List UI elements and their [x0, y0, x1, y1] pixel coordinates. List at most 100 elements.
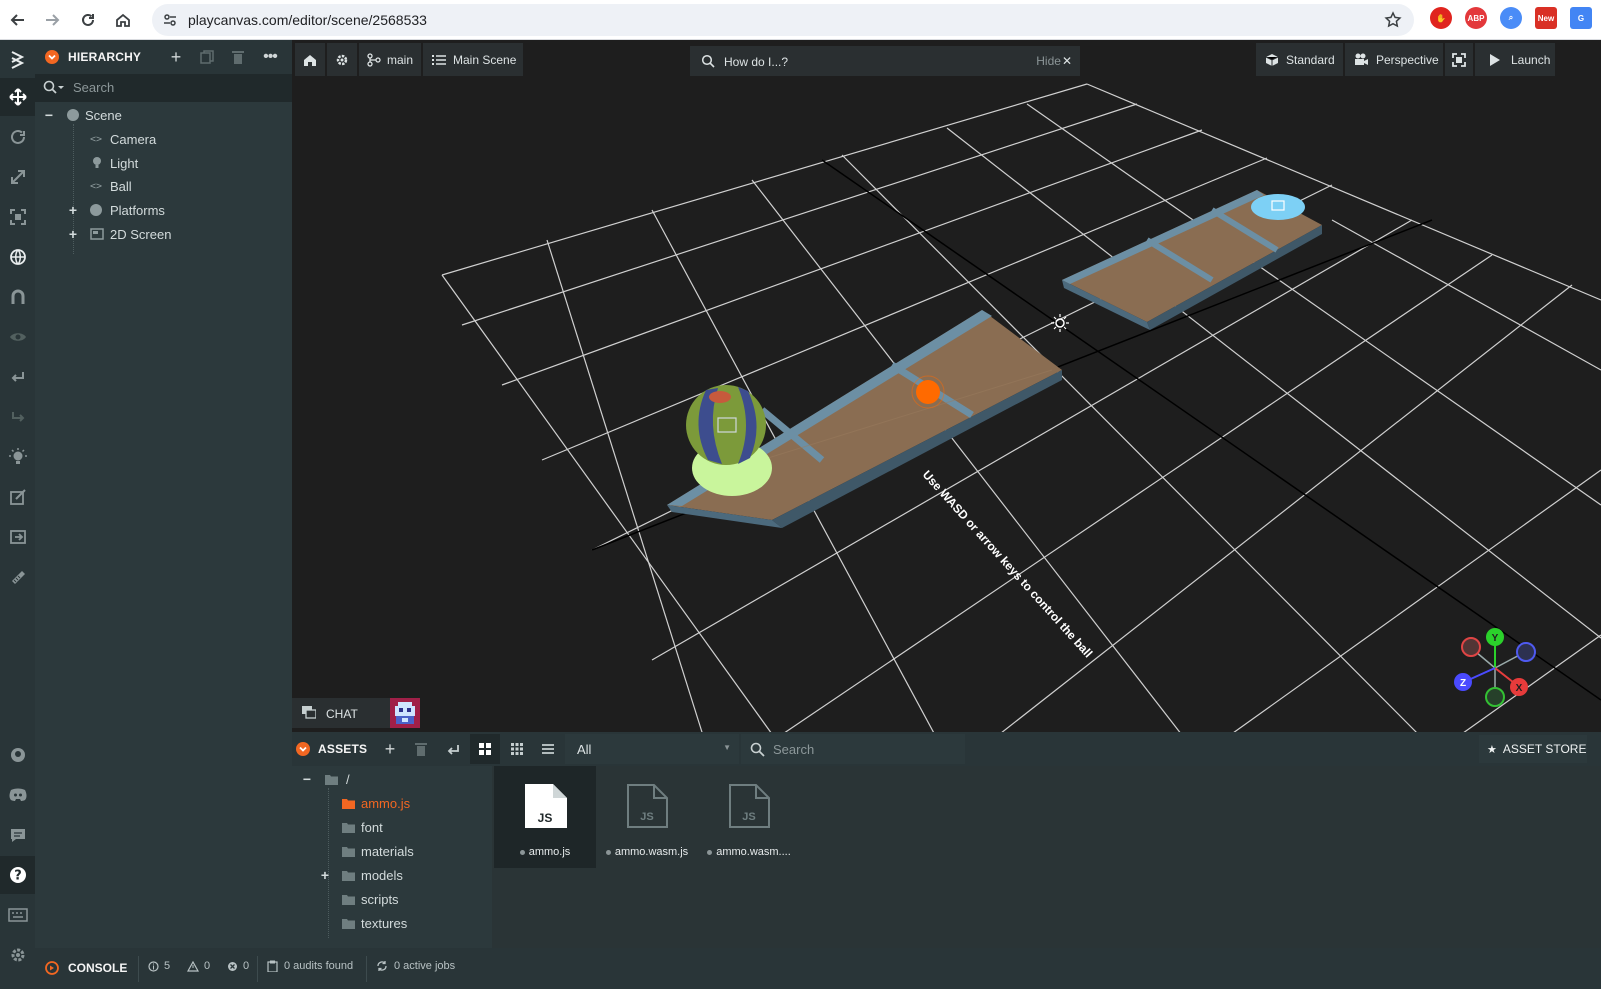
logo-menu-button[interactable] — [0, 40, 35, 78]
chat-widget[interactable]: CHAT — [292, 698, 390, 728]
warning-count[interactable]: 0 — [187, 960, 210, 972]
info-count[interactable]: 5 — [148, 960, 170, 972]
lightmapper-tool[interactable] — [0, 438, 35, 476]
reload-button[interactable] — [76, 8, 100, 32]
help-button[interactable]: ? — [0, 856, 35, 894]
tree-guide — [328, 788, 329, 938]
camera-icon — [1355, 53, 1368, 65]
forward-button[interactable] — [40, 8, 64, 32]
publish-tool[interactable] — [0, 518, 35, 556]
folder-models[interactable]: models — [342, 864, 403, 886]
asset-tile-ammo-js[interactable]: JS ammo.js — [494, 766, 596, 868]
collapse-root-toggle[interactable]: − — [301, 772, 313, 786]
back-folder-button[interactable] — [438, 734, 468, 764]
folder-ammo-js[interactable]: ammo.js — [342, 792, 410, 814]
add-entity-button[interactable]: + — [161, 42, 191, 72]
delete-entity-button[interactable] — [223, 42, 253, 72]
console-toggle-icon[interactable] — [45, 961, 59, 975]
scale-tool[interactable] — [0, 158, 35, 196]
view-grid-large-button[interactable] — [470, 734, 500, 764]
delete-asset-button[interactable] — [406, 734, 436, 764]
snap-toggle[interactable] — [0, 278, 35, 316]
shortcuts-button[interactable] — [0, 896, 35, 934]
hide-help-button[interactable]: Hide✕ — [1036, 54, 1072, 68]
rotate-tool[interactable] — [0, 118, 35, 156]
duplicate-entity-button[interactable] — [192, 42, 222, 72]
home-button[interactable] — [111, 8, 135, 32]
version-control-tool[interactable] — [0, 558, 35, 596]
view-grid-small-button[interactable] — [502, 734, 532, 764]
new-ext-icon[interactable]: New — [1535, 7, 1557, 29]
discord-link[interactable] — [0, 776, 35, 814]
tree-item-ball[interactable]: <> Ball — [90, 175, 132, 197]
launch-button[interactable]: Launch — [1475, 43, 1555, 76]
dashboard-button[interactable] — [295, 43, 325, 76]
hierarchy-search-input[interactable]: Search — [73, 80, 114, 95]
translate-tool[interactable] — [0, 78, 35, 116]
hierarchy-search[interactable]: Search — [35, 74, 292, 102]
asset-tile-ammo-wasm[interactable]: JS ammo.wasm.... — [698, 766, 800, 868]
focus-tool[interactable] — [0, 318, 35, 356]
resize-tool[interactable] — [0, 198, 35, 236]
address-bar[interactable]: playcanvas.com/editor/scene/2568533 — [152, 4, 1414, 36]
github-link[interactable] — [0, 736, 35, 774]
tree-item-2d-screen[interactable]: 2D Screen — [90, 223, 171, 245]
scene-canvas[interactable]: Use WASD or arrow keys to control the ba… — [292, 40, 1601, 748]
ground-instruction-text: Use WASD or arrow keys to control the ba… — [920, 468, 1096, 661]
world-space-toggle[interactable] — [0, 238, 35, 276]
expand-platforms-toggle[interactable]: + — [67, 203, 79, 217]
folder-font[interactable]: font — [342, 816, 383, 838]
asset-search[interactable]: Search — [741, 734, 965, 764]
scene-settings-button[interactable] — [327, 43, 357, 76]
adblock-plus-icon[interactable]: ABP — [1465, 7, 1487, 29]
asset-type-filter[interactable]: All ▼ — [565, 734, 739, 764]
help-search-input[interactable]: How do I...? — [724, 55, 788, 69]
chat-icon — [302, 706, 316, 719]
expand-2d-screen-toggle[interactable]: + — [67, 227, 79, 241]
folder-materials[interactable]: materials — [342, 840, 414, 862]
scenes-button[interactable]: Main Scene — [423, 43, 523, 76]
axis-gizmo[interactable]: Y X Z — [1454, 628, 1536, 707]
code-editor-tool[interactable] — [0, 478, 35, 516]
tree-item-camera[interactable]: <> Camera — [90, 128, 156, 150]
asset-search-input[interactable]: Search — [773, 742, 814, 757]
fullscreen-button[interactable] — [1445, 43, 1473, 76]
view-list-button[interactable] — [533, 734, 563, 764]
folder-root[interactable]: / — [325, 768, 350, 790]
hierarchy-menu-button[interactable]: ••• — [255, 42, 285, 72]
collapse-panel-icon[interactable] — [296, 742, 310, 756]
undo-tool[interactable] — [0, 358, 35, 396]
error-count[interactable]: 0 — [227, 960, 249, 972]
redo-tool[interactable] — [0, 398, 35, 436]
axis-z-label: Z — [1460, 678, 1466, 689]
shield-stop-icon[interactable]: ✋ — [1430, 7, 1452, 29]
expand-models-toggle[interactable]: + — [319, 868, 331, 882]
asset-tile-ammo-wasm-js[interactable]: JS ammo.wasm.js — [596, 766, 698, 868]
info-icon — [148, 960, 159, 972]
tree-item-scene[interactable]: Scene — [67, 104, 122, 126]
tree-item-light[interactable]: Light — [90, 152, 138, 174]
render-mode-button[interactable]: Standard — [1256, 43, 1343, 76]
collapse-scene-toggle[interactable]: − — [43, 108, 55, 122]
translate-icon[interactable]: G — [1570, 7, 1592, 29]
settings-button[interactable] — [0, 936, 35, 974]
jobs-status[interactable]: 0 active jobs — [376, 960, 455, 972]
search-ext-icon[interactable]: ⌕ — [1500, 7, 1522, 29]
scene-viewport[interactable]: Use WASD or arrow keys to control the ba… — [292, 40, 1601, 748]
tree-item-label: Scene — [85, 107, 122, 123]
avatar[interactable] — [390, 698, 420, 728]
bookmark-star-icon[interactable] — [1384, 11, 1402, 29]
folder-scripts[interactable]: scripts — [342, 888, 399, 910]
back-button[interactable] — [6, 8, 30, 32]
tree-item-platforms[interactable]: Platforms — [90, 199, 165, 221]
collapse-panel-icon[interactable] — [45, 50, 59, 64]
audits-status[interactable]: 0 audits found — [267, 960, 353, 972]
asset-store-button[interactable]: ★ ASSET STORE — [1479, 735, 1587, 763]
add-asset-button[interactable]: + — [375, 734, 405, 764]
camera-select-button[interactable]: Perspective — [1345, 43, 1443, 76]
assets-header: ASSETS + All ▼ Search ★ ASSET STORE — [292, 732, 1601, 766]
help-search-box[interactable]: How do I...? Hide✕ — [690, 46, 1080, 76]
folder-textures[interactable]: textures — [342, 912, 407, 934]
branch-button[interactable]: main — [359, 43, 421, 76]
forum-link[interactable] — [0, 816, 35, 854]
